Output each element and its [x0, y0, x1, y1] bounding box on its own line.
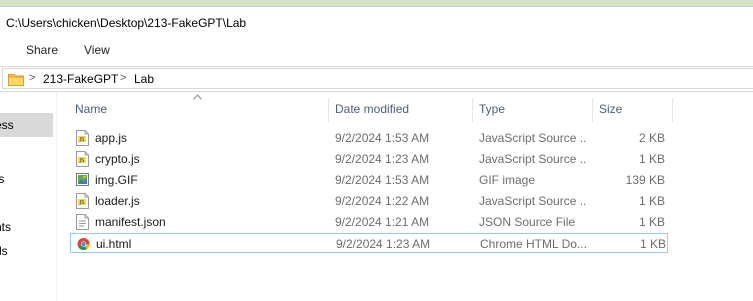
- gif-image-icon: [76, 173, 89, 186]
- file-date-modified: 9/2/2024 1:21 AM: [335, 215, 430, 229]
- column-header-row: Name Date modified Type Size: [70, 96, 680, 122]
- js-file-icon: JS: [76, 151, 89, 167]
- file-date-modified: 9/2/2024 1:23 AM: [336, 237, 431, 251]
- json-file-icon: [76, 214, 89, 230]
- window-title: C:\Users\chicken\Desktop\213-FakeGPT\Lab: [6, 16, 247, 30]
- nav-item-documents-2[interactable]: nts: [0, 220, 53, 234]
- file-size: 1 KB: [638, 194, 665, 208]
- column-header-size[interactable]: Size: [594, 96, 672, 122]
- file-row[interactable]: JS app.js 9/2/2024 1:53 AM JavaScript So…: [70, 128, 668, 148]
- file-date-modified: 9/2/2024 1:23 AM: [335, 152, 430, 166]
- ribbon-tabs: Share View: [0, 40, 753, 60]
- nav-item-documents[interactable]: ts: [0, 172, 53, 186]
- file-name: crypto.js: [95, 152, 140, 166]
- file-size: 2 KB: [638, 131, 665, 145]
- chrome-html-icon: [77, 238, 90, 251]
- file-size: 139 KB: [625, 173, 665, 187]
- file-row-selected[interactable]: ui.html 9/2/2024 1:23 AM Chrome HTML Do.…: [70, 233, 668, 253]
- column-header-date-modified[interactable]: Date modified: [330, 96, 472, 122]
- file-name: ui.html: [96, 237, 132, 251]
- file-size: 1 KB: [639, 237, 666, 251]
- js-file-icon: JS: [76, 130, 89, 146]
- file-name: loader.js: [95, 194, 140, 208]
- window-top-border: [0, 0, 753, 7]
- file-type: JavaScript Source ...: [479, 152, 587, 166]
- file-type: GIF image: [479, 173, 536, 187]
- breadcrumb-separator: >: [29, 72, 36, 84]
- svg-text:JS: JS: [79, 200, 85, 206]
- nav-item-quick-access[interactable]: ess: [0, 113, 53, 137]
- file-row[interactable]: JS crypto.js 9/2/2024 1:23 AM JavaScript…: [70, 149, 668, 169]
- file-size: 1 KB: [638, 152, 665, 166]
- column-divider[interactable]: [328, 98, 329, 122]
- file-type: JavaScript Source ...: [479, 194, 587, 208]
- file-row[interactable]: manifest.json 9/2/2024 1:21 AM JSON Sour…: [70, 212, 668, 232]
- file-type: Chrome HTML Do...: [480, 237, 587, 251]
- file-name: manifest.json: [95, 215, 166, 229]
- file-type: JavaScript Source ...: [479, 131, 587, 145]
- js-file-icon: JS: [76, 193, 89, 209]
- breadcrumb-213-fakegpt[interactable]: 213-FakeGPT: [43, 72, 118, 86]
- breadcrumb-separator: >: [120, 72, 127, 84]
- file-date-modified: 9/2/2024 1:22 AM: [335, 194, 430, 208]
- breadcrumb-lab[interactable]: Lab: [134, 72, 154, 86]
- column-divider[interactable]: [472, 98, 473, 122]
- nav-item-downloads[interactable]: ds: [0, 244, 53, 258]
- svg-text:JS: JS: [79, 158, 85, 164]
- file-row[interactable]: img.GIF 9/2/2024 1:53 AM GIF image 139 K…: [70, 170, 668, 190]
- file-name: app.js: [95, 131, 128, 145]
- address-bar[interactable]: > 213-FakeGPT > Lab: [0, 66, 753, 92]
- file-size: 1 KB: [638, 215, 665, 229]
- svg-text:JS: JS: [79, 137, 85, 143]
- address-box[interactable]: > 213-FakeGPT > Lab: [2, 68, 753, 89]
- folder-icon: [8, 74, 24, 86]
- column-divider[interactable]: [672, 98, 673, 122]
- column-header-type[interactable]: Type: [474, 96, 592, 122]
- file-row[interactable]: JS loader.js 9/2/2024 1:22 AM JavaScript…: [70, 191, 668, 211]
- file-date-modified: 9/2/2024 1:53 AM: [335, 131, 430, 145]
- tab-share[interactable]: Share: [26, 43, 58, 57]
- file-name: img.GIF: [95, 173, 138, 187]
- tab-view[interactable]: View: [84, 43, 110, 57]
- file-type: JSON Source File: [479, 215, 576, 229]
- navigation-pane[interactable]: ess ts nts ds: [0, 92, 57, 301]
- file-date-modified: 9/2/2024 1:53 AM: [335, 173, 430, 187]
- column-header-name[interactable]: Name: [70, 96, 328, 122]
- column-divider[interactable]: [592, 98, 593, 122]
